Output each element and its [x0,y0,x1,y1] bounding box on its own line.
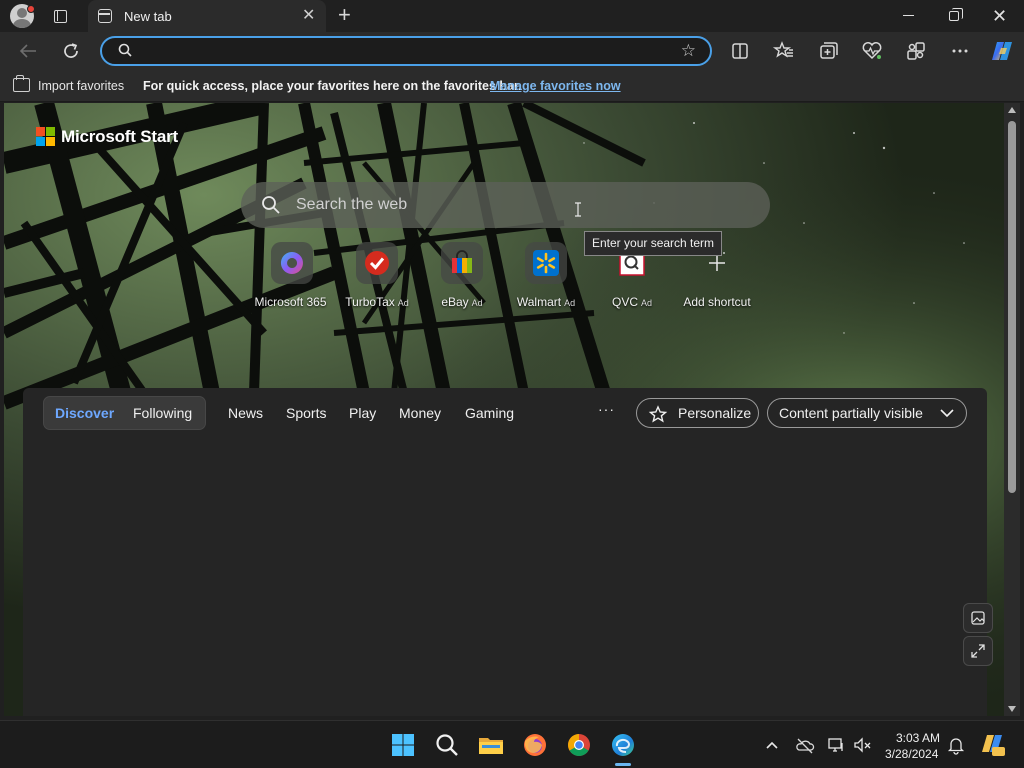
personalize-label: Personalize [678,405,752,421]
tab-money[interactable]: Money [399,405,441,421]
chrome-icon[interactable] [565,731,593,759]
extensions-icon[interactable] [903,38,929,64]
search-placeholder: Search the web [296,196,408,213]
import-favorites-button[interactable]: Import favorites [38,79,124,93]
active-app-indicator [615,763,631,766]
navigation-toolbar: ☆ [0,32,1024,70]
content-visibility-label: Content partially visible [779,405,923,421]
search-icon [262,196,280,214]
turbotax-icon [365,251,389,275]
tab-following[interactable]: Following [133,405,192,421]
address-bar[interactable]: ☆ [100,36,712,66]
scroll-down-arrow-icon[interactable] [1008,706,1016,712]
expand-icon [971,644,985,658]
sparkle-star-icon [648,405,668,423]
network-icon[interactable] [826,735,846,755]
browser-essentials-icon[interactable] [859,38,885,64]
more-tabs-button[interactable]: ··· [598,401,615,417]
firefox-icon[interactable] [521,731,549,759]
tab-play[interactable]: Play [349,405,376,421]
tab-new-tab[interactable]: New tab ✕ [88,0,326,32]
volume-muted-icon[interactable] [852,735,872,755]
shortcut-label: QVC [611,295,638,309]
microsoft-365-icon [280,252,303,274]
content-visibility-dropdown[interactable]: Content partially visible [767,398,967,428]
back-button[interactable] [15,38,41,64]
favorite-star-icon[interactable]: ☆ [681,41,696,61]
tab-news[interactable]: News [228,405,263,421]
new-tab-page: Microsoft Start Search the web Microsoft… [4,103,1004,716]
copilot-icon[interactable] [989,38,1015,64]
refresh-button[interactable] [58,38,84,64]
title-bar: New tab ✕ + ✕ [0,0,1024,32]
close-window-button[interactable]: ✕ [992,6,1007,26]
favorites-bar: Import favorites For quick access, place… [0,70,1024,102]
edge-icon[interactable] [609,731,637,759]
shortcut-turbotax[interactable]: TurboTax Ad [329,242,425,309]
import-favorites-icon[interactable] [13,75,30,92]
onedrive-offline-icon[interactable] [795,735,815,755]
notification-bell-icon[interactable] [946,735,966,755]
ebay-icon [452,250,472,273]
ad-badge: Ad [641,298,653,308]
search-icon[interactable] [433,731,461,759]
shortcut-label: Add shortcut [683,295,751,309]
manage-favorites-link[interactable]: Manage favorites now [490,79,621,93]
shortcut-label: Microsoft 365 [254,295,327,309]
tab-title: New tab [124,9,172,24]
favorites-hint: For quick access, place your favorites h… [143,79,522,93]
notification-dot [27,5,35,13]
tab-gaming[interactable]: Gaming [465,405,514,421]
tab-sports[interactable]: Sports [286,405,326,421]
page-scrollbar[interactable] [1004,103,1020,716]
file-explorer-icon[interactable] [477,731,505,759]
background-image-button[interactable] [963,603,993,633]
windows-start-icon[interactable] [389,731,417,759]
minimize-button[interactable] [903,15,914,16]
favorites-icon[interactable] [771,38,797,64]
web-search-box[interactable]: Search the web [241,182,770,228]
brand-title[interactable]: Microsoft Start [61,127,178,147]
chevron-down-icon [940,409,954,418]
walmart-icon [533,250,559,276]
tab-discover[interactable]: Discover [55,405,114,421]
collections-icon[interactable] [815,38,841,64]
clock-date[interactable]: 3/28/2024 [885,747,938,761]
search-tooltip: Enter your search term [584,231,723,256]
shortcut-label: eBay [441,295,469,309]
more-options-icon[interactable] [947,38,973,64]
text-cursor-icon [575,202,581,217]
tab-close-icon[interactable]: ✕ [302,8,315,24]
taskbar: 3:03 AM 3/28/2024 [0,720,1024,768]
personalize-button[interactable]: Personalize [636,398,759,428]
search-icon [118,43,132,57]
expand-button[interactable] [963,636,993,666]
shortcut-ebay[interactable]: eBay Ad [414,242,510,309]
shortcut-walmart[interactable]: Walmart Ad [498,242,594,309]
shortcut-label: TurboTax [345,295,395,309]
restore-button[interactable] [949,8,963,21]
newtab-page-icon [98,9,112,23]
ad-badge: Ad [471,298,483,308]
shortcut-microsoft-365[interactable]: Microsoft 365 [244,242,340,309]
scroll-up-arrow-icon[interactable] [1008,107,1016,113]
image-icon [971,611,985,625]
plus-icon [709,255,725,271]
ad-badge: Ad [564,298,576,308]
microsoft-logo-icon [36,127,56,147]
content-feed: Discover Following News Sports Play Mone… [23,388,987,716]
scroll-thumb[interactable] [1008,121,1016,493]
shortcut-label: Walmart [516,295,562,309]
split-screen-icon[interactable] [727,38,753,64]
new-tab-button[interactable]: + [338,3,351,27]
chevron-up-icon[interactable] [762,735,782,755]
ad-badge: Ad [397,298,409,308]
tab-actions-icon[interactable] [48,4,72,28]
copilot-pre-icon[interactable] [980,732,1006,758]
